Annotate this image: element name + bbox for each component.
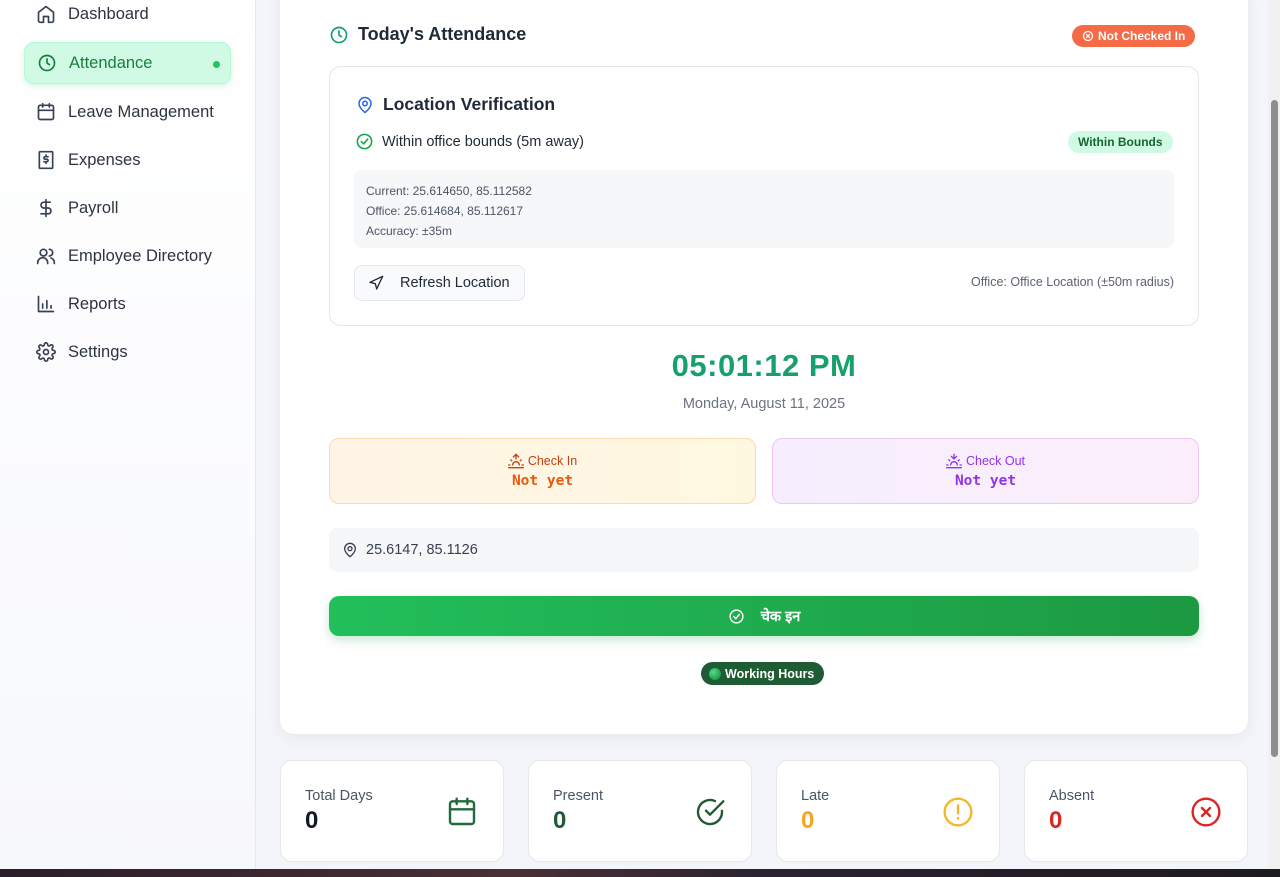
- desktop-background-strip: [0, 869, 1280, 877]
- check-circle-icon: [728, 608, 745, 625]
- sunrise-icon: [507, 453, 524, 469]
- sidebar-item-settings[interactable]: Settings: [24, 331, 231, 373]
- within-bounds-status: Within office bounds (5m away): [355, 132, 584, 151]
- sidebar-item-label: Reports: [68, 294, 126, 313]
- clock-icon: [37, 53, 57, 73]
- receipt-icon: [36, 150, 56, 170]
- sidebar-item-label: Expenses: [68, 150, 141, 169]
- sidebar-item-attendance[interactable]: Attendance: [24, 42, 231, 84]
- check-out-label: Check Out: [965, 454, 1026, 468]
- office-radius-text: Office: Office Location (±50m radius): [970, 275, 1174, 289]
- scrollbar-thumb[interactable]: [1271, 100, 1278, 757]
- gps-coordinates-row: 25.6147, 85.1126: [329, 528, 1199, 572]
- sunset-icon: [945, 453, 962, 469]
- sidebar-item-label: Employee Directory: [68, 246, 212, 265]
- sidebar-item-employee-directory[interactable]: Employee Directory: [24, 235, 231, 277]
- active-indicator-dot: [213, 61, 220, 68]
- sidebar-item-label: Attendance: [69, 53, 153, 72]
- check-out-card: Check Out Not yet: [772, 438, 1199, 504]
- sidebar-item-leave-management[interactable]: Leave Management: [24, 91, 231, 133]
- stat-card-absent: Absent 0: [1024, 760, 1248, 862]
- gear-icon: [36, 342, 56, 362]
- calendar-icon: [36, 102, 56, 122]
- green-circle-icon: [709, 667, 721, 680]
- check-circle-icon: [694, 796, 726, 828]
- attendance-title: Today's Attendance: [329, 24, 526, 45]
- map-pin-icon: [342, 542, 358, 558]
- navigation-icon: [368, 275, 384, 291]
- bar-chart-icon: [36, 294, 56, 314]
- current-date: Monday, August 11, 2025: [682, 396, 846, 412]
- current-time: 05:01:12 PM: [671, 348, 857, 383]
- dollar-icon: [36, 198, 56, 218]
- users-icon: [36, 246, 56, 266]
- current-coordinates: Current: 25.614650, 85.112582: [366, 184, 532, 198]
- sidebar-item-reports[interactable]: Reports: [24, 283, 231, 325]
- sidebar-item-dashboard[interactable]: Dashboard: [24, 0, 231, 35]
- sidebar-item-label: Dashboard: [68, 4, 149, 23]
- home-icon: [36, 4, 56, 24]
- stat-card-present: Present 0: [528, 760, 752, 862]
- coordinates-details: Current: 25.614650, 85.112582 Office: 25…: [354, 170, 1174, 248]
- status-badge: Not Checked In: [1072, 25, 1196, 47]
- within-bounds-badge: Within Bounds: [1068, 131, 1173, 153]
- working-hours-badge: Working Hours: [701, 662, 825, 685]
- sidebar-item-label: Settings: [68, 342, 128, 361]
- sidebar-item-payroll[interactable]: Payroll: [24, 187, 231, 229]
- check-in-label: Check In: [527, 454, 578, 468]
- x-circle-icon: [1190, 796, 1222, 828]
- refresh-location-button[interactable]: Refresh Location: [354, 265, 525, 301]
- x-circle-icon: [1082, 30, 1094, 42]
- office-coordinates: Office: 25.614684, 85.112617: [366, 204, 524, 218]
- sidebar-item-label: Leave Management: [68, 102, 214, 121]
- stat-card-late: Late 0: [776, 760, 1000, 862]
- check-out-time: Not yet: [954, 473, 1017, 489]
- check-in-card: Check In Not yet: [329, 438, 756, 504]
- check-in-time: Not yet: [511, 473, 574, 489]
- alert-circle-icon: [942, 796, 974, 828]
- location-title: Location Verification: [356, 94, 555, 115]
- location-accuracy: Accuracy: ±35m: [366, 224, 452, 238]
- calendar-icon: [446, 796, 478, 828]
- check-circle-icon: [355, 132, 374, 151]
- map-pin-icon: [356, 95, 374, 115]
- sidebar: Dashboard Attendance Leave Management Ex…: [0, 0, 256, 877]
- stat-card-total-days: Total Days 0: [280, 760, 504, 862]
- sidebar-item-expenses[interactable]: Expenses: [24, 139, 231, 181]
- clock-icon: [329, 25, 349, 45]
- gps-coordinates: 25.6147, 85.1126: [366, 542, 478, 558]
- check-in-button[interactable]: चेक इन: [329, 596, 1199, 636]
- sidebar-item-label: Payroll: [68, 198, 119, 217]
